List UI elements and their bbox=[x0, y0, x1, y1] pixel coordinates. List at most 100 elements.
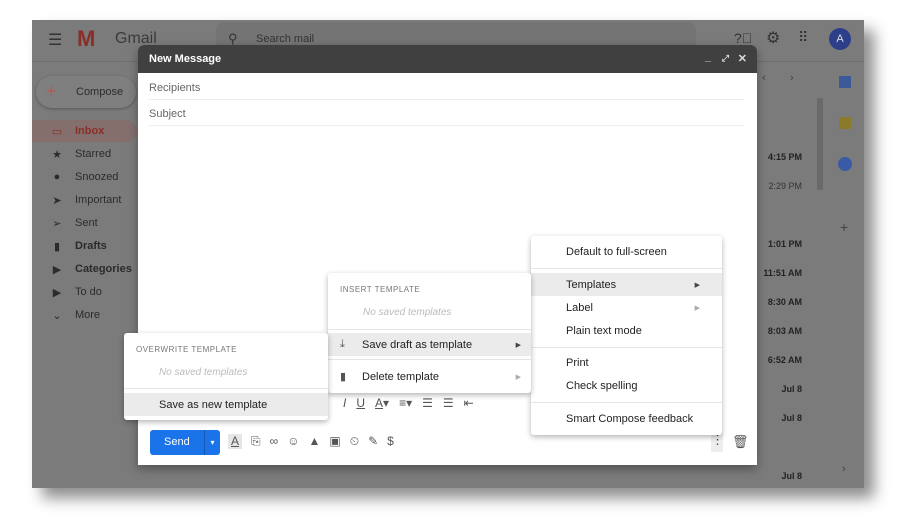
mail-time: 2:29 PM bbox=[768, 181, 802, 191]
next-page-icon[interactable]: › bbox=[790, 72, 794, 84]
sidebar-item-label: Inbox bbox=[75, 125, 105, 137]
compose-header: New Message _ ⤢ ✕ bbox=[138, 45, 757, 73]
scrollbar[interactable] bbox=[817, 98, 823, 190]
mail-time: 8:30 AM bbox=[767, 297, 802, 307]
search-input[interactable]: Search mail bbox=[256, 33, 314, 45]
subject-field[interactable]: Subject bbox=[149, 100, 744, 126]
minimize-icon[interactable]: _ bbox=[705, 51, 711, 63]
calendar-icon[interactable] bbox=[839, 76, 851, 88]
avatar[interactable]: A bbox=[829, 28, 851, 50]
menu-item-label[interactable]: Label ▶ bbox=[531, 296, 722, 319]
bulleted-list-icon[interactable]: ☰ bbox=[443, 396, 454, 410]
dollar-icon[interactable]: $ bbox=[387, 434, 394, 449]
sidebar-item-more[interactable]: ⌄ More bbox=[32, 304, 137, 326]
star-icon: ★ bbox=[52, 148, 62, 161]
trash-icon[interactable]: 🗑 bbox=[732, 434, 749, 450]
draft-icon: ▮ bbox=[53, 240, 61, 253]
submenu-arrow-icon: ▶ bbox=[515, 341, 521, 349]
indent-less-icon[interactable]: ⇤ bbox=[464, 396, 474, 410]
send-button[interactable]: Send ▾ bbox=[150, 430, 220, 455]
sidebar-item-important[interactable]: ➤ Important bbox=[32, 189, 137, 211]
underline-icon[interactable]: U bbox=[356, 396, 365, 410]
label-icon: ▶ bbox=[52, 286, 62, 299]
delete-template[interactable]: ▮ Delete template ▶ bbox=[328, 365, 531, 388]
no-templates-text: No saved templates bbox=[363, 307, 452, 318]
sidebar-item-sent[interactable]: ➢ Sent bbox=[32, 212, 137, 234]
sidebar-item-snoozed[interactable]: ● Snoozed bbox=[32, 166, 137, 188]
clock-icon: ● bbox=[53, 171, 61, 183]
mail-time: 8:03 AM bbox=[767, 326, 802, 336]
formatting-options-icon[interactable]: A bbox=[228, 434, 243, 449]
delete-template-label: Delete template bbox=[362, 370, 440, 383]
gmail-logo-icon: M bbox=[77, 26, 96, 51]
sidebar-item-categories[interactable]: ▶ Categories bbox=[32, 258, 137, 280]
align-icon[interactable]: ≡▾ bbox=[399, 396, 412, 410]
mail-time: 11:51 AM bbox=[763, 268, 802, 278]
italic-icon[interactable]: I bbox=[343, 396, 346, 410]
link-icon[interactable]: ∞ bbox=[270, 434, 279, 449]
save-as-new-template[interactable]: Save as new template bbox=[124, 393, 328, 416]
fullscreen-icon[interactable]: ⤢ bbox=[722, 53, 729, 64]
text-color-icon[interactable]: A▾ bbox=[375, 396, 389, 410]
compose-label: Compose bbox=[76, 86, 124, 98]
menu-icon[interactable]: ☰ bbox=[48, 30, 62, 50]
mail-time: 4:15 PM bbox=[767, 152, 802, 162]
prev-page-icon[interactable]: ‹ bbox=[762, 72, 766, 84]
no-templates-text: No saved templates bbox=[159, 367, 248, 378]
submenu-arrow-icon: ▶ bbox=[694, 304, 700, 312]
menu-item-fullscreen[interactable]: Default to full-screen bbox=[531, 240, 722, 263]
sidebar-item-label: Important bbox=[75, 194, 122, 206]
sidebar-item-to-do[interactable]: ▶ To do bbox=[32, 281, 137, 303]
save-draft-label: Save draft as template bbox=[362, 338, 473, 351]
sidebar-item-inbox[interactable]: ▭ Inbox bbox=[32, 120, 137, 142]
menu-item-check-spelling[interactable]: Check spelling bbox=[531, 374, 722, 397]
inbox-icon: ▭ bbox=[51, 125, 63, 138]
trash-icon: ▮ bbox=[340, 371, 347, 383]
tasks-icon[interactable] bbox=[838, 157, 852, 171]
submenu-arrow-icon: ▶ bbox=[694, 281, 700, 289]
expand-panel-icon[interactable]: › bbox=[842, 463, 846, 475]
menu-item-smart-compose-feedback[interactable]: Smart Compose feedback bbox=[531, 407, 722, 430]
insert-template-header: INSERT TEMPLATE bbox=[340, 285, 421, 294]
sidebar-item-drafts[interactable]: ▮ Drafts bbox=[32, 235, 137, 257]
recipients-field[interactable]: Recipients bbox=[149, 74, 744, 100]
sidebar-item-label: Sent bbox=[75, 217, 98, 229]
label-label: Label bbox=[566, 301, 593, 314]
confidential-icon[interactable]: ⏲ bbox=[350, 434, 359, 449]
menu-item-templates[interactable]: Templates ▶ bbox=[531, 273, 722, 296]
chevron-down-icon: ⌄ bbox=[52, 309, 62, 322]
menu-item-print[interactable]: Print bbox=[531, 351, 722, 374]
menu-item-plain-text[interactable]: Plain text mode bbox=[531, 319, 722, 342]
sidebar-item-starred[interactable]: ★ Starred bbox=[32, 143, 137, 165]
sidebar-item-label: Snoozed bbox=[75, 171, 119, 183]
plus-icon: + bbox=[46, 81, 57, 101]
more-options-icon[interactable]: ⋮ bbox=[711, 432, 724, 452]
mail-time: Jul 8 bbox=[781, 384, 802, 394]
mail-time: 1:01 PM bbox=[767, 239, 802, 249]
emoji-icon[interactable]: ☺ bbox=[287, 434, 299, 449]
compose-button[interactable]: + Compose bbox=[36, 76, 136, 108]
save-draft-as-template[interactable]: ⤓ Save draft as template ▶ bbox=[328, 333, 531, 356]
templates-submenu: INSERT TEMPLATE No saved templates ⤓ Save… bbox=[328, 273, 531, 393]
sidebar-item-label: Drafts bbox=[75, 240, 107, 252]
keep-icon[interactable] bbox=[839, 117, 851, 129]
signature-icon[interactable]: ✎ bbox=[368, 434, 378, 449]
send-icon: ➢ bbox=[52, 217, 62, 230]
numbered-list-icon[interactable]: ☰ bbox=[422, 396, 433, 410]
close-icon[interactable]: ✕ bbox=[738, 52, 747, 65]
download-icon: ⤓ bbox=[340, 338, 345, 350]
send-options-icon[interactable]: ▾ bbox=[204, 430, 220, 455]
mail-time: Jul 8 bbox=[781, 471, 802, 481]
send-label: Send bbox=[164, 436, 190, 448]
drive-icon[interactable]: ▲ bbox=[308, 434, 320, 449]
compose-title: New Message bbox=[149, 53, 222, 65]
attach-icon[interactable]: ⎘ bbox=[251, 434, 261, 449]
apps-grid-icon[interactable]: ⠿ bbox=[798, 29, 808, 46]
sidebar-item-label: Starred bbox=[75, 148, 112, 160]
submenu-arrow-icon: ▶ bbox=[515, 373, 521, 381]
help-icon[interactable]: ?⃝ bbox=[734, 30, 752, 46]
add-addon-icon[interactable]: + bbox=[840, 219, 848, 235]
photo-icon[interactable]: ▣ bbox=[329, 434, 340, 449]
sidebar-item-label: More bbox=[75, 309, 101, 321]
gear-icon[interactable]: ⚙ bbox=[766, 28, 780, 48]
